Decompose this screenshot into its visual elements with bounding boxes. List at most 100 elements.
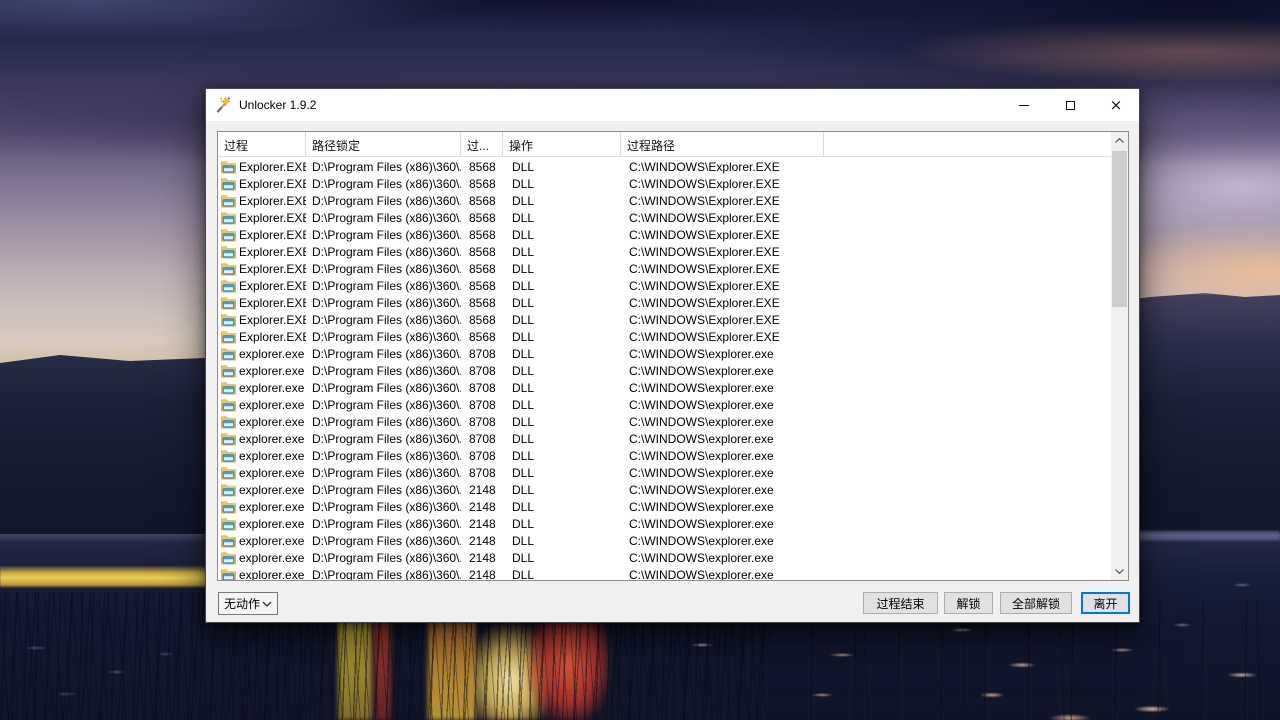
table-row[interactable]: Explorer.EXE D:\Program Files (x86)\360\…: [218, 294, 1111, 311]
unlock-all-button[interactable]: 全部解锁: [1000, 592, 1072, 614]
list-header: 过程路径锁定过...操作过程路径: [218, 132, 1111, 157]
table-row[interactable]: Explorer.EXE D:\Program Files (x86)\360\…: [218, 243, 1111, 260]
chevron-down-icon: [1115, 569, 1124, 574]
process-path-cell: C:\WINDOWS\Explorer.EXE: [621, 177, 824, 191]
process-path-cell: C:\WINDOWS\explorer.exe: [621, 347, 824, 361]
column-header[interactable]: 过...: [461, 132, 503, 156]
action-cell: DLL: [503, 551, 621, 565]
column-header[interactable]: 过程路径: [621, 132, 824, 156]
process-path-cell: C:\WINDOWS\explorer.exe: [621, 551, 824, 565]
process-name: explorer.exe: [239, 398, 304, 412]
action-cell: DLL: [503, 296, 621, 310]
unlock-button[interactable]: 解锁: [944, 592, 993, 614]
table-row[interactable]: explorer.exe D:\Program Files (x86)\360\…: [218, 515, 1111, 532]
process-path-cell: C:\WINDOWS\explorer.exe: [621, 415, 824, 429]
table-row[interactable]: explorer.exe D:\Program Files (x86)\360\…: [218, 362, 1111, 379]
table-row[interactable]: Explorer.EXE D:\Program Files (x86)\360\…: [218, 328, 1111, 345]
table-row[interactable]: explorer.exe D:\Program Files (x86)\360\…: [218, 396, 1111, 413]
action-cell: DLL: [503, 483, 621, 497]
table-row[interactable]: explorer.exe D:\Program Files (x86)\360\…: [218, 447, 1111, 464]
explorer-folder-icon: [221, 245, 236, 259]
explorer-folder-icon: [221, 347, 236, 361]
close-button[interactable]: ×: [1093, 89, 1139, 121]
pid-cell: 8568: [461, 194, 503, 208]
scroll-up-button[interactable]: [1111, 132, 1128, 149]
table-row[interactable]: Explorer.EXE D:\Program Files (x86)\360\…: [218, 277, 1111, 294]
process-cell: explorer.exe: [218, 500, 306, 514]
column-header[interactable]: 操作: [503, 132, 621, 156]
window-client-area: 过程路径锁定过...操作过程路径 Explorer.EXE D:\Program…: [206, 121, 1139, 622]
process-path-cell: C:\WINDOWS\Explorer.EXE: [621, 279, 824, 293]
pid-cell: 8568: [461, 262, 503, 276]
process-cell: Explorer.EXE: [218, 177, 306, 191]
action-cell: DLL: [503, 398, 621, 412]
process-cell: explorer.exe: [218, 483, 306, 497]
scrollbar-thumb[interactable]: [1112, 151, 1127, 307]
pid-cell: 2148: [461, 500, 503, 514]
process-path-cell: C:\WINDOWS\Explorer.EXE: [621, 313, 824, 327]
process-name: explorer.exe: [239, 466, 304, 480]
process-path-cell: C:\WINDOWS\Explorer.EXE: [621, 262, 824, 276]
explorer-folder-icon: [221, 551, 236, 565]
process-cell: Explorer.EXE: [218, 160, 306, 174]
quit-button[interactable]: 离开: [1081, 592, 1130, 614]
table-row[interactable]: Explorer.EXE D:\Program Files (x86)\360\…: [218, 158, 1111, 175]
column-header[interactable]: 过程: [218, 132, 306, 156]
process-path-cell: C:\WINDOWS\Explorer.EXE: [621, 296, 824, 310]
column-header[interactable]: 路径锁定: [306, 132, 461, 156]
minimize-button[interactable]: [1001, 89, 1047, 121]
process-name: Explorer.EXE: [239, 313, 306, 327]
table-row[interactable]: Explorer.EXE D:\Program Files (x86)\360\…: [218, 192, 1111, 209]
pid-cell: 2148: [461, 534, 503, 548]
action-dropdown[interactable]: 无动作: [218, 592, 278, 615]
explorer-folder-icon: [221, 160, 236, 174]
process-cell: Explorer.EXE: [218, 279, 306, 293]
table-row[interactable]: Explorer.EXE D:\Program Files (x86)\360\…: [218, 209, 1111, 226]
pid-cell: 2148: [461, 551, 503, 565]
process-cell: explorer.exe: [218, 381, 306, 395]
table-row[interactable]: explorer.exe D:\Program Files (x86)\360\…: [218, 549, 1111, 566]
table-row[interactable]: explorer.exe D:\Program Files (x86)\360\…: [218, 498, 1111, 515]
list-rows: Explorer.EXE D:\Program Files (x86)\360\…: [218, 158, 1111, 580]
titlebar[interactable]: Unlocker 1.9.2 ×: [206, 89, 1139, 121]
explorer-folder-icon: [221, 211, 236, 225]
process-path-cell: C:\WINDOWS\explorer.exe: [621, 398, 824, 412]
process-cell: explorer.exe: [218, 347, 306, 361]
process-name: Explorer.EXE: [239, 330, 306, 344]
path-locked-cell: D:\Program Files (x86)\360\...: [306, 449, 461, 463]
path-locked-cell: D:\Program Files (x86)\360\...: [306, 296, 461, 310]
table-row[interactable]: Explorer.EXE D:\Program Files (x86)\360\…: [218, 226, 1111, 243]
table-row[interactable]: explorer.exe D:\Program Files (x86)\360\…: [218, 464, 1111, 481]
maximize-button[interactable]: [1047, 89, 1093, 121]
action-cell: DLL: [503, 211, 621, 225]
scroll-down-button[interactable]: [1111, 563, 1128, 580]
pid-cell: 8568: [461, 330, 503, 344]
column-header[interactable]: [824, 132, 1111, 156]
explorer-folder-icon: [221, 534, 236, 548]
table-row[interactable]: Explorer.EXE D:\Program Files (x86)\360\…: [218, 311, 1111, 328]
unlocker-window: Unlocker 1.9.2 × 过程路径锁定过...操作过程路径 Explor…: [205, 88, 1140, 623]
table-row[interactable]: explorer.exe D:\Program Files (x86)\360\…: [218, 345, 1111, 362]
path-locked-cell: D:\Program Files (x86)\360\...: [306, 381, 461, 395]
table-row[interactable]: explorer.exe D:\Program Files (x86)\360\…: [218, 413, 1111, 430]
action-cell: DLL: [503, 245, 621, 259]
process-cell: Explorer.EXE: [218, 330, 306, 344]
process-name: explorer.exe: [239, 568, 304, 581]
maximize-icon: [1066, 101, 1075, 110]
explorer-folder-icon: [221, 228, 236, 242]
table-row[interactable]: explorer.exe D:\Program Files (x86)\360\…: [218, 379, 1111, 396]
vertical-scrollbar[interactable]: [1111, 132, 1128, 580]
table-row[interactable]: explorer.exe D:\Program Files (x86)\360\…: [218, 532, 1111, 549]
path-locked-cell: D:\Program Files (x86)\360\...: [306, 551, 461, 565]
table-row[interactable]: Explorer.EXE D:\Program Files (x86)\360\…: [218, 260, 1111, 277]
process-cell: explorer.exe: [218, 466, 306, 480]
table-row[interactable]: explorer.exe D:\Program Files (x86)\360\…: [218, 430, 1111, 447]
process-path-cell: C:\WINDOWS\explorer.exe: [621, 381, 824, 395]
table-row[interactable]: Explorer.EXE D:\Program Files (x86)\360\…: [218, 175, 1111, 192]
kill-process-button[interactable]: 过程结束: [863, 592, 938, 614]
process-cell: explorer.exe: [218, 449, 306, 463]
table-row[interactable]: explorer.exe D:\Program Files (x86)\360\…: [218, 566, 1111, 580]
table-row[interactable]: explorer.exe D:\Program Files (x86)\360\…: [218, 481, 1111, 498]
process-path-cell: C:\WINDOWS\explorer.exe: [621, 500, 824, 514]
pid-cell: 2148: [461, 483, 503, 497]
